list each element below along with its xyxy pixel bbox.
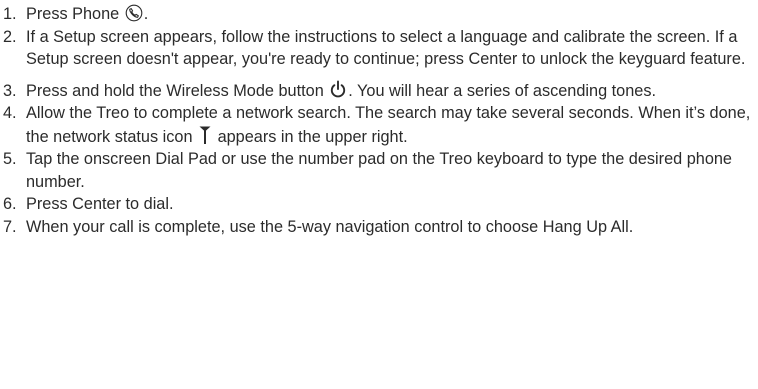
step-number: 3.: [3, 81, 17, 100]
step-number: 6.: [3, 195, 17, 213]
step-text-end: .: [143, 5, 149, 23]
step-number: 4.: [3, 104, 17, 122]
step-text-end: . You will hear a series of ascending to…: [348, 81, 657, 100]
phone-icon: [125, 4, 143, 22]
step-text-end: appears in the upper right.: [213, 127, 408, 146]
step-7: 7. When your call is complete, use the 5…: [0, 216, 758, 239]
step-text: Press Phone: [26, 5, 124, 23]
step-number: 1.: [3, 5, 17, 23]
step-text: Press and hold the Wireless Mode button: [26, 81, 329, 100]
step-text: Tap the onscreen Dial Pad or use the num…: [26, 150, 732, 191]
power-icon: [329, 80, 347, 99]
step-text: If a Setup screen appears, follow the in…: [26, 27, 746, 69]
step-6: 6. Press Center to dial.: [0, 193, 758, 216]
step-number: 5.: [3, 150, 17, 168]
antenna-icon: [198, 125, 212, 145]
step-3: 3. Press and hold the Wireless Mode butt…: [0, 80, 758, 103]
step-4: 4. Allow the Treo to complete a network …: [0, 102, 758, 148]
step-2: 2. If a Setup screen appears, follow the…: [0, 26, 758, 71]
step-text: When your call is complete, use the 5-wa…: [26, 217, 634, 236]
step-5: 5. Tap the onscreen Dial Pad or use the …: [0, 148, 758, 193]
step-text: Press Center to dial.: [26, 195, 174, 213]
step-1: 1. Press Phone .: [0, 3, 758, 26]
instructions-document: 1. Press Phone . 2. If a Setup screen ap…: [0, 3, 758, 238]
steps-list: 1. Press Phone . 2. If a Setup screen ap…: [0, 3, 758, 238]
step-number: 2.: [3, 27, 17, 46]
step-number: 7.: [3, 217, 17, 236]
